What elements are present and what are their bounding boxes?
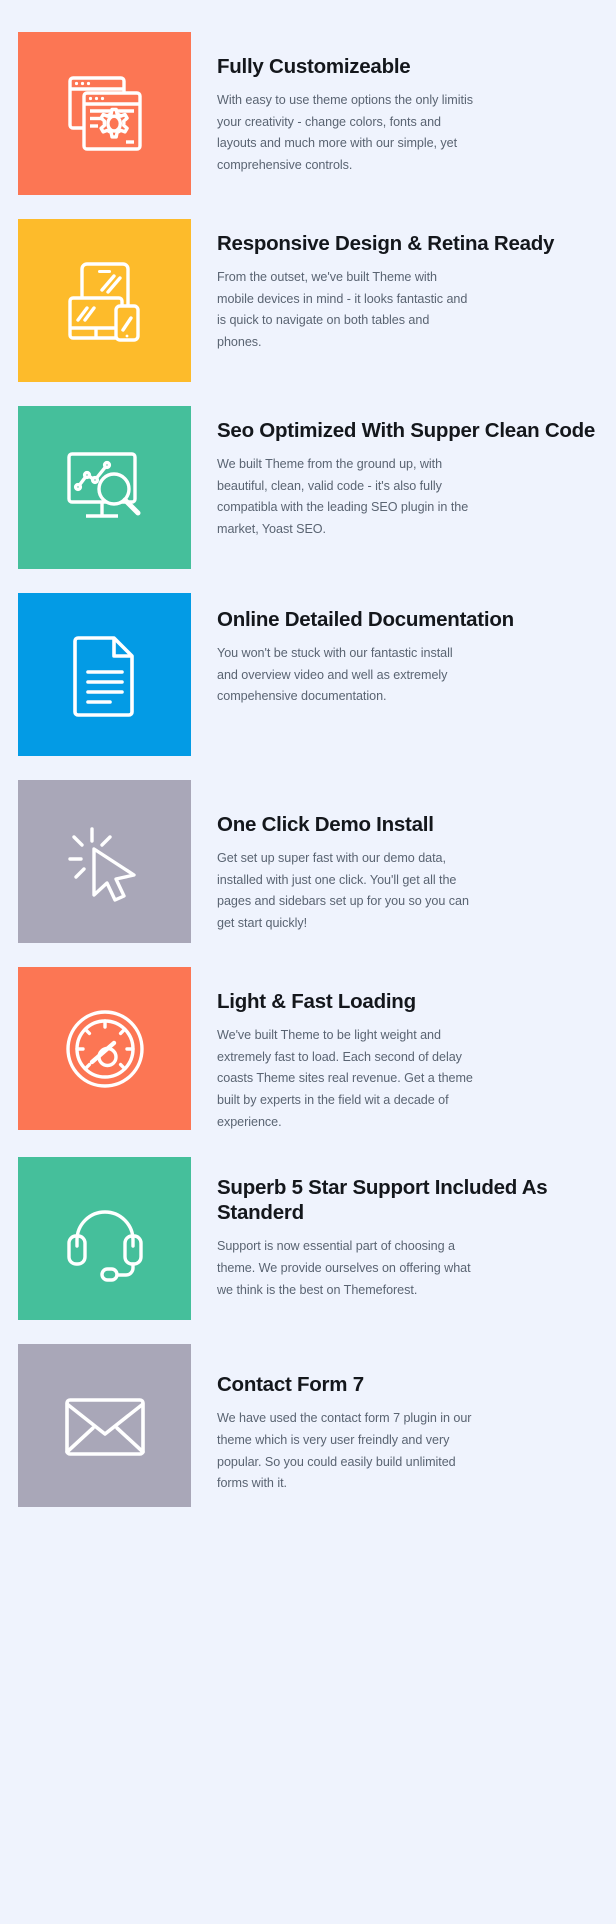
mouse-cursor-click-icon <box>62 819 148 905</box>
feature-title: Light & Fast Loading <box>217 990 416 1013</box>
features-list-page: Fully Customizeable With easy to use the… <box>0 0 616 1924</box>
document-page-icon <box>66 632 144 718</box>
feature-icon-tile <box>18 219 191 382</box>
feature-icon-tile <box>18 32 191 195</box>
feature-title: Online Detailed Documentation <box>217 608 514 631</box>
feature-text-block: Online Detailed Documentation You won't … <box>191 593 596 708</box>
feature-icon-tile <box>18 1344 191 1508</box>
seo-monitor-magnifier-icon <box>62 445 148 531</box>
feature-description: With easy to use theme options the only … <box>217 93 473 172</box>
feature-description: We've built Theme to be light weight and… <box>217 1028 473 1129</box>
feature-description: Support is now essential part of choosin… <box>217 1239 471 1297</box>
feature-title: Contact Form 7 <box>217 1373 364 1397</box>
feature-title: Seo Optimized With Supper Clean Code <box>217 419 596 442</box>
envelope-mail-icon <box>62 1390 148 1462</box>
feature-icon-tile <box>18 780 191 943</box>
feature-title: One Click Demo Install <box>217 813 434 836</box>
feature-text-block: Seo Optimized With Supper Clean Code We … <box>191 406 596 541</box>
feature-description: You won't be stuck with our fantastic in… <box>217 646 453 704</box>
responsive-devices-icon <box>62 258 148 344</box>
feature-icon-tile <box>18 967 191 1130</box>
feature-text-block: Light & Fast Loading We've built Theme t… <box>191 967 596 1133</box>
feature-item: Online Detailed Documentation You won't … <box>18 593 596 756</box>
feature-description: From the outset, we've built Theme with … <box>217 270 468 349</box>
feature-title: Superb 5 Star Support Included As Stande… <box>217 1176 548 1225</box>
feature-item: Contact Form 7 We have used the contact … <box>18 1344 596 1508</box>
feature-item: Superb 5 Star Support Included As Stande… <box>18 1157 596 1321</box>
feature-icon-tile <box>18 406 191 569</box>
feature-icon-tile <box>18 593 191 756</box>
feature-item: One Click Demo Install Get set up super … <box>18 780 596 943</box>
feature-text-block: One Click Demo Install Get set up super … <box>191 780 596 935</box>
feature-description: We have used the contact form 7 plugin i… <box>217 1411 472 1491</box>
feature-title: Responsive Design & Retina Ready <box>217 232 555 255</box>
feature-text-block: Responsive Design & Retina Ready From th… <box>191 219 596 354</box>
browser-windows-gear-icon <box>62 71 148 157</box>
feature-text-block: Contact Form 7 We have used the contact … <box>191 1344 596 1495</box>
feature-text-block: Fully Customizeable With easy to use the… <box>191 32 596 177</box>
headset-support-icon <box>62 1196 148 1282</box>
feature-item: Responsive Design & Retina Ready From th… <box>18 219 596 382</box>
speedometer-gauge-icon <box>62 1006 148 1092</box>
feature-description: We built Theme from the ground up, with … <box>217 457 469 536</box>
feature-text-block: Superb 5 Star Support Included As Stande… <box>191 1157 596 1301</box>
feature-item: Fully Customizeable With easy to use the… <box>18 32 596 195</box>
feature-item: Light & Fast Loading We've built Theme t… <box>18 967 596 1133</box>
feature-description: Get set up super fast with our demo data… <box>217 851 469 930</box>
feature-item: Seo Optimized With Supper Clean Code We … <box>18 406 596 569</box>
feature-icon-tile <box>18 1157 191 1321</box>
feature-title: Fully Customizeable <box>217 55 411 78</box>
